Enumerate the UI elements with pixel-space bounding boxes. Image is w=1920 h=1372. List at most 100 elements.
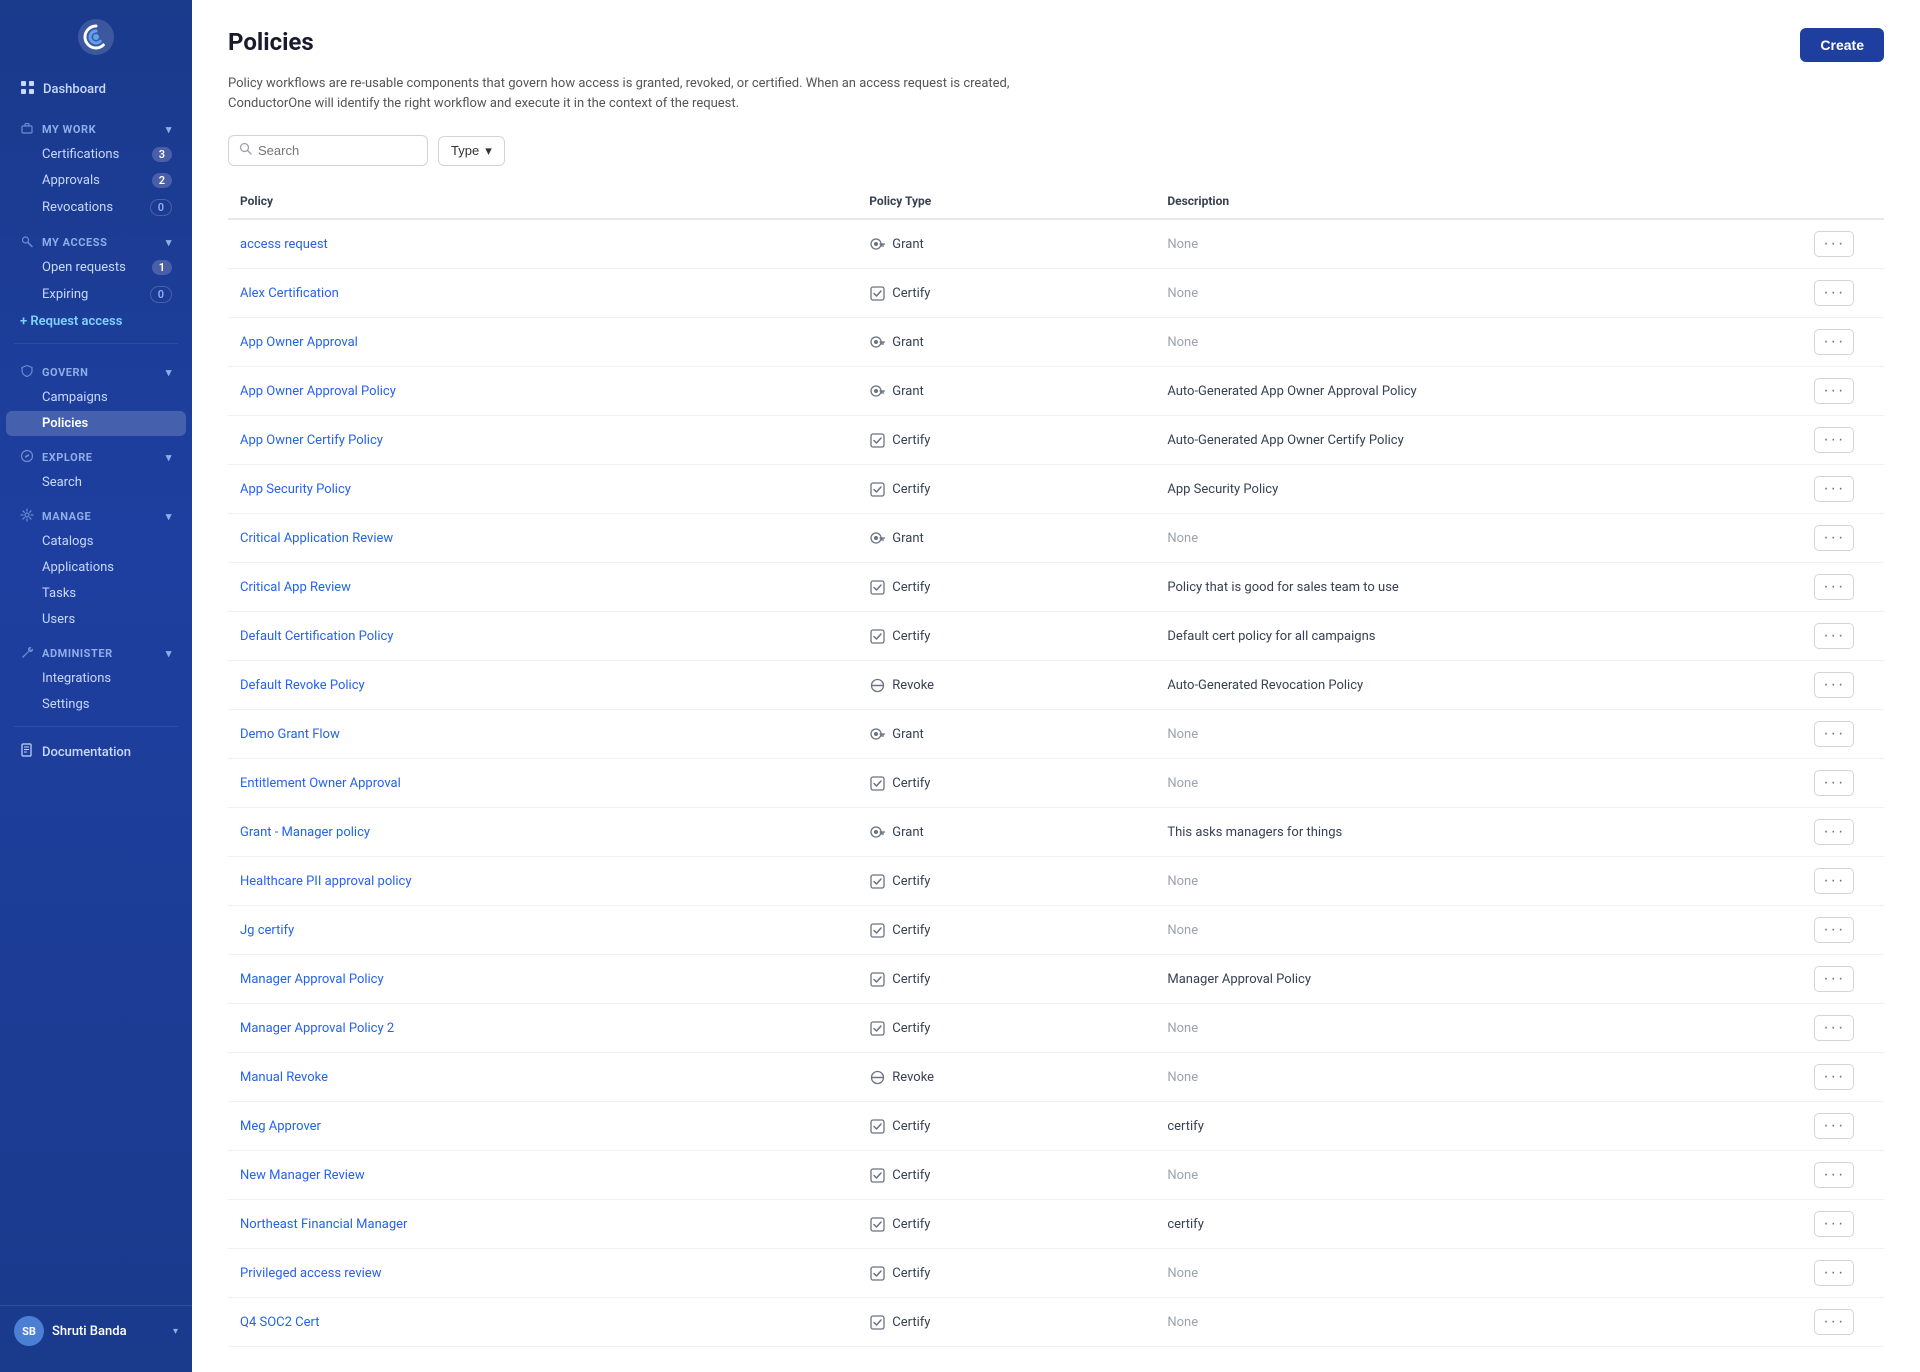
row-actions-button[interactable]: ···: [1814, 1260, 1854, 1286]
policy-link[interactable]: Demo Grant Flow: [240, 727, 340, 742]
approvals-badge: 2: [152, 173, 172, 188]
description-cell: None: [1167, 1315, 1198, 1330]
sidebar-item-open-requests[interactable]: Open requests 1: [6, 255, 186, 280]
row-actions-button[interactable]: ···: [1814, 280, 1854, 306]
actions-cell: ···: [1785, 612, 1884, 661]
type-icon: [869, 236, 886, 253]
sidebar-child-label: Certifications: [42, 147, 119, 162]
sidebar-header-my-work[interactable]: My work ▾: [6, 113, 186, 142]
policy-cell: Manager Approval Policy 2: [228, 1004, 857, 1053]
row-actions-button[interactable]: ···: [1814, 1309, 1854, 1335]
avatar: SB: [14, 1316, 44, 1346]
policy-link[interactable]: App Security Policy: [240, 482, 351, 497]
sidebar-child-label: Policies: [42, 416, 88, 431]
col-header-policy: Policy: [228, 184, 857, 219]
row-actions-button[interactable]: ···: [1814, 574, 1854, 600]
search-input[interactable]: [258, 143, 417, 158]
policy-link[interactable]: Healthcare PII approval policy: [240, 874, 412, 889]
row-actions-button[interactable]: ···: [1814, 721, 1854, 747]
col-header-description: Description: [1155, 184, 1784, 219]
policy-link[interactable]: Jg certify: [240, 923, 294, 938]
row-actions-button[interactable]: ···: [1814, 378, 1854, 404]
sidebar-header-explore[interactable]: EXPLORE ▾: [6, 441, 186, 470]
sidebar-header-administer[interactable]: ADMINISTER ▾: [6, 637, 186, 666]
row-actions-button[interactable]: ···: [1814, 1211, 1854, 1237]
row-actions-button[interactable]: ···: [1814, 329, 1854, 355]
sidebar-item-tasks[interactable]: Tasks: [6, 581, 186, 606]
type-label: Grant: [892, 237, 924, 252]
row-actions-button[interactable]: ···: [1814, 868, 1854, 894]
policy-link[interactable]: Critical App Review: [240, 580, 351, 595]
sidebar-item-catalogs[interactable]: Catalogs: [6, 529, 186, 554]
chevron-down-icon: ▾: [166, 236, 172, 249]
create-button[interactable]: Create: [1800, 28, 1884, 62]
policy-link[interactable]: Manager Approval Policy: [240, 972, 384, 987]
policy-link[interactable]: Meg Approver: [240, 1119, 321, 1134]
col-header-type: Policy Type: [857, 184, 1155, 219]
row-actions-button[interactable]: ···: [1814, 1113, 1854, 1139]
row-actions-button[interactable]: ···: [1814, 476, 1854, 502]
type-cell: Certify: [857, 1151, 1155, 1200]
policy-link[interactable]: access request: [240, 237, 328, 252]
search-box[interactable]: [228, 135, 428, 166]
policy-link[interactable]: Q4 SOC2 Cert: [240, 1315, 319, 1330]
table-row: App Owner Certify Policy Certify Auto-Ge…: [228, 416, 1884, 465]
sidebar-item-search[interactable]: Search: [6, 470, 186, 495]
sidebar-item-settings[interactable]: Settings: [6, 692, 186, 717]
sidebar-header-govern[interactable]: GOVERN ▾: [6, 356, 186, 385]
sidebar-item-applications[interactable]: Applications: [6, 555, 186, 580]
description-cell: None: [1167, 874, 1198, 889]
type-icon: [869, 1216, 886, 1233]
description-cell: None: [1167, 776, 1198, 791]
policy-link[interactable]: Privileged access review: [240, 1266, 381, 1281]
sidebar-item-dashboard[interactable]: Dashboard: [6, 72, 186, 107]
description-cell-wrapper: None: [1155, 906, 1784, 955]
user-menu[interactable]: SB Shruti Banda ▾: [0, 1305, 192, 1356]
grid-icon: [20, 80, 35, 99]
sidebar-item-expiring[interactable]: Expiring 0: [6, 281, 186, 308]
type-cell: Certify: [857, 1200, 1155, 1249]
row-actions-button[interactable]: ···: [1814, 427, 1854, 453]
policy-link[interactable]: App Owner Approval Policy: [240, 384, 396, 399]
sidebar-item-policies[interactable]: Policies: [6, 411, 186, 436]
row-actions-button[interactable]: ···: [1814, 231, 1854, 257]
row-actions-button[interactable]: ···: [1814, 1015, 1854, 1041]
policy-link[interactable]: Grant - Manager policy: [240, 825, 370, 840]
sidebar-item-request-access[interactable]: + Request access: [6, 309, 186, 334]
policy-link[interactable]: Northeast Financial Manager: [240, 1217, 407, 1232]
policy-link[interactable]: Manual Revoke: [240, 1070, 328, 1085]
table-row: Demo Grant Flow Grant None ···: [228, 710, 1884, 759]
sidebar-item-certifications[interactable]: Certifications 3: [6, 142, 186, 167]
policy-cell: App Security Policy: [228, 465, 857, 514]
row-actions-button[interactable]: ···: [1814, 1162, 1854, 1188]
table-row: Alex Certification Certify None ···: [228, 269, 1884, 318]
sidebar-item-documentation[interactable]: Documentation: [6, 735, 186, 769]
row-actions-button[interactable]: ···: [1814, 623, 1854, 649]
type-filter-button[interactable]: Type ▾: [438, 136, 505, 166]
policy-link[interactable]: Critical Application Review: [240, 531, 393, 546]
description-cell-wrapper: None: [1155, 759, 1784, 808]
policy-cell: Default Certification Policy: [228, 612, 857, 661]
sidebar-item-revocations[interactable]: Revocations 0: [6, 194, 186, 221]
sidebar-item-integrations[interactable]: Integrations: [6, 666, 186, 691]
policy-link[interactable]: Alex Certification: [240, 286, 339, 301]
row-actions-button[interactable]: ···: [1814, 819, 1854, 845]
row-actions-button[interactable]: ···: [1814, 917, 1854, 943]
row-actions-button[interactable]: ···: [1814, 966, 1854, 992]
row-actions-button[interactable]: ···: [1814, 770, 1854, 796]
policy-link[interactable]: Manager Approval Policy 2: [240, 1021, 394, 1036]
sidebar-item-campaigns[interactable]: Campaigns: [6, 385, 186, 410]
row-actions-button[interactable]: ···: [1814, 672, 1854, 698]
policy-link[interactable]: Entitlement Owner Approval: [240, 776, 401, 791]
policy-link[interactable]: New Manager Review: [240, 1168, 365, 1183]
policy-link[interactable]: Default Certification Policy: [240, 629, 393, 644]
policy-link[interactable]: App Owner Approval: [240, 335, 358, 350]
sidebar-header-manage[interactable]: MANAGE ▾: [6, 500, 186, 529]
policy-link[interactable]: App Owner Certify Policy: [240, 433, 383, 448]
sidebar-item-approvals[interactable]: Approvals 2: [6, 168, 186, 193]
policy-link[interactable]: Default Revoke Policy: [240, 678, 365, 693]
row-actions-button[interactable]: ···: [1814, 525, 1854, 551]
row-actions-button[interactable]: ···: [1814, 1064, 1854, 1090]
sidebar-header-my-access[interactable]: My access ▾: [6, 226, 186, 255]
sidebar-item-users[interactable]: Users: [6, 607, 186, 632]
